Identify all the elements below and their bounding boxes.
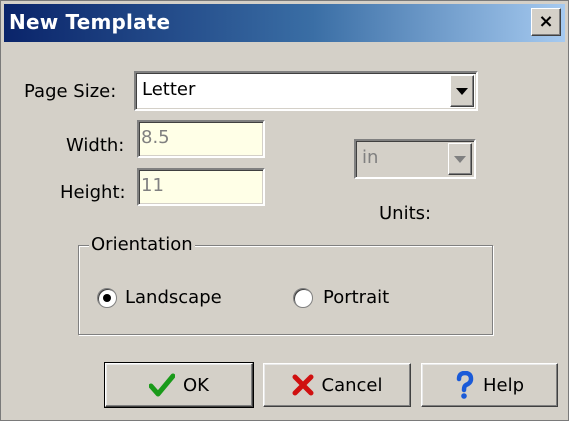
width-field[interactable]: 8.5 xyxy=(137,120,265,158)
close-icon: × xyxy=(538,11,554,32)
radio-selected-dot xyxy=(103,294,111,302)
height-value: 11 xyxy=(141,175,164,196)
help-label: Help xyxy=(482,374,525,396)
cancel-button[interactable]: Cancel xyxy=(263,363,411,407)
checkmark-icon xyxy=(149,373,175,397)
cancel-label: Cancel xyxy=(321,374,383,396)
units-value: in xyxy=(362,147,379,168)
page-size-label: Page Size: xyxy=(24,81,117,102)
units-select[interactable]: in xyxy=(354,139,476,179)
page-size-value: Letter xyxy=(142,79,196,100)
chevron-down-icon xyxy=(454,155,466,163)
title-bar[interactable]: New Template × xyxy=(4,4,565,42)
new-template-dialog: New Template × Page Size: Letter Width: … xyxy=(0,0,569,421)
units-label: Units: xyxy=(379,203,432,224)
landscape-label[interactable]: Landscape xyxy=(125,287,222,308)
ok-button[interactable]: OK xyxy=(104,362,254,408)
ok-label: OK xyxy=(183,374,209,396)
x-icon xyxy=(292,374,313,396)
width-label: Width: xyxy=(66,135,125,156)
portrait-label[interactable]: Portrait xyxy=(323,287,389,308)
width-value: 8.5 xyxy=(141,127,170,148)
height-field[interactable]: 11 xyxy=(137,168,265,206)
units-dropdown-button[interactable] xyxy=(448,143,472,175)
orientation-group: Orientation Landscape Portrait xyxy=(78,234,493,335)
page-size-dropdown-button[interactable] xyxy=(450,75,474,107)
height-label: Height: xyxy=(60,182,126,203)
portrait-radio[interactable] xyxy=(293,288,313,308)
dialog-title: New Template xyxy=(9,10,171,34)
landscape-radio[interactable] xyxy=(97,288,117,308)
close-button[interactable]: × xyxy=(531,8,561,36)
help-button[interactable]: Help xyxy=(421,363,558,407)
question-icon xyxy=(456,371,474,399)
orientation-label: Orientation xyxy=(89,234,195,255)
page-size-select[interactable]: Letter xyxy=(134,71,478,111)
chevron-down-icon xyxy=(456,87,468,95)
